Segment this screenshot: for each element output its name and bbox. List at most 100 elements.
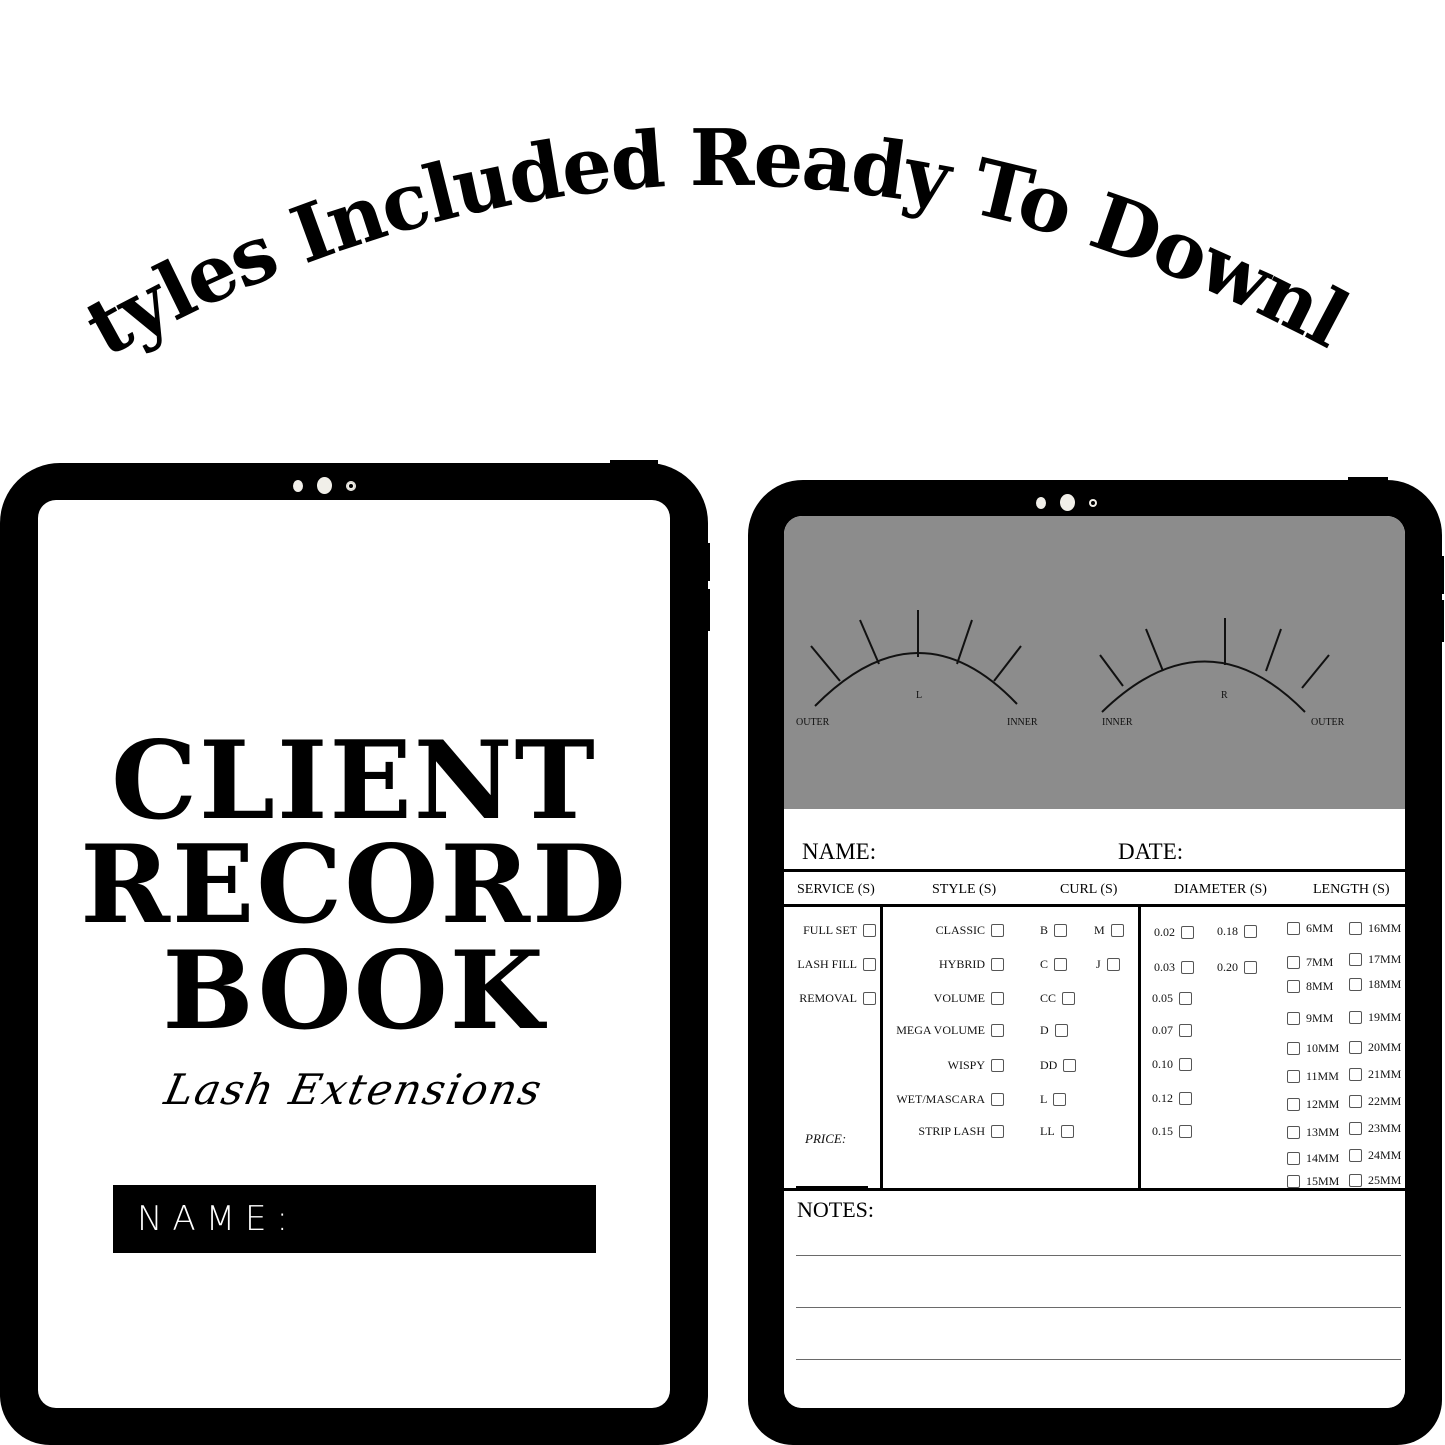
length-option[interactable]: 15MM (1287, 1174, 1339, 1189)
notes-line[interactable] (796, 1255, 1401, 1256)
checkbox[interactable] (863, 924, 876, 937)
diameter-option[interactable]: 0.05 (1152, 991, 1192, 1006)
checkbox[interactable] (1349, 1095, 1362, 1108)
length-option[interactable]: 10MM (1287, 1041, 1339, 1056)
checkbox[interactable] (1179, 992, 1192, 1005)
checkbox[interactable] (1181, 926, 1194, 939)
checkbox[interactable] (1106, 958, 1120, 971)
length-option[interactable]: 21MM (1349, 1067, 1401, 1082)
style-option[interactable]: WISPY (884, 1058, 1004, 1073)
notes-line[interactable] (796, 1307, 1401, 1308)
checkbox[interactable] (863, 958, 876, 971)
service-option[interactable]: FULL SET (784, 923, 876, 938)
checkbox[interactable] (1287, 1152, 1300, 1165)
checkbox[interactable] (1287, 1042, 1300, 1055)
length-option[interactable]: 19MM (1349, 1010, 1401, 1025)
diameter-option[interactable]: 0.20 (1217, 960, 1257, 975)
checkbox[interactable] (1287, 1126, 1300, 1139)
curl-option[interactable]: C (1040, 957, 1068, 972)
checkbox[interactable] (1054, 1024, 1068, 1037)
length-option[interactable]: 7MM (1287, 955, 1333, 970)
length-option[interactable]: 9MM (1287, 1011, 1333, 1026)
checkbox[interactable] (1179, 1058, 1192, 1071)
checkbox[interactable] (863, 992, 876, 1005)
checkbox[interactable] (1181, 961, 1194, 974)
curl-option[interactable]: J (1096, 957, 1120, 972)
style-option[interactable]: WET/MASCARA (884, 1092, 1004, 1107)
checkbox[interactable] (991, 1125, 1004, 1138)
diameter-option[interactable]: 0.15 (1152, 1124, 1192, 1139)
diameter-option[interactable]: 0.03 (1154, 960, 1194, 975)
checkbox[interactable] (1053, 1093, 1067, 1106)
curl-option[interactable]: CC (1040, 991, 1076, 1006)
checkbox[interactable] (1179, 1125, 1192, 1138)
checkbox[interactable] (991, 924, 1004, 937)
checkbox[interactable] (1349, 1011, 1362, 1024)
cover-name-field[interactable]: NAME: (113, 1185, 596, 1253)
checkbox[interactable] (1349, 1174, 1362, 1187)
checkbox[interactable] (1287, 980, 1300, 993)
date-field-label[interactable]: DATE: (1118, 839, 1183, 865)
checkbox[interactable] (991, 958, 1004, 971)
curl-option[interactable]: M (1094, 923, 1124, 938)
checkbox[interactable] (1179, 1024, 1192, 1037)
diameter-option[interactable]: 0.07 (1152, 1023, 1192, 1038)
curl-option[interactable]: B (1040, 923, 1068, 938)
checkbox[interactable] (1179, 1092, 1192, 1105)
length-option[interactable]: 17MM (1349, 952, 1401, 967)
length-option[interactable]: 18MM (1349, 977, 1401, 992)
length-option[interactable]: 25MM (1349, 1173, 1401, 1188)
checkbox[interactable] (1287, 1098, 1300, 1111)
checkbox[interactable] (1287, 1012, 1300, 1025)
length-option[interactable]: 22MM (1349, 1094, 1401, 1109)
length-option[interactable]: 8MM (1287, 979, 1333, 994)
length-option[interactable]: 16MM (1349, 921, 1401, 936)
checkbox[interactable] (991, 1093, 1004, 1106)
checkbox[interactable] (1287, 1070, 1300, 1083)
checkbox[interactable] (1110, 924, 1124, 937)
checkbox[interactable] (1287, 1175, 1300, 1188)
checkbox[interactable] (1244, 925, 1257, 938)
checkbox[interactable] (1054, 924, 1068, 937)
service-option[interactable]: LASH FILL (784, 957, 876, 972)
checkbox[interactable] (1287, 922, 1300, 935)
checkbox[interactable] (1349, 1149, 1362, 1162)
style-option[interactable]: VOLUME (884, 991, 1004, 1006)
checkbox[interactable] (991, 1059, 1004, 1072)
curl-option[interactable]: D (1040, 1023, 1068, 1038)
notes-line[interactable] (796, 1359, 1401, 1360)
length-option[interactable]: 20MM (1349, 1040, 1401, 1055)
length-option[interactable]: 14MM (1287, 1151, 1339, 1166)
length-option[interactable]: 11MM (1287, 1069, 1339, 1084)
checkbox[interactable] (1287, 956, 1300, 969)
checkbox[interactable] (1054, 958, 1068, 971)
diameter-option[interactable]: 0.10 (1152, 1057, 1192, 1072)
checkbox[interactable] (1062, 992, 1076, 1005)
length-option[interactable]: 23MM (1349, 1121, 1401, 1136)
style-option[interactable]: HYBRID (884, 957, 1004, 972)
style-option[interactable]: CLASSIC (884, 923, 1004, 938)
checkbox[interactable] (1349, 1068, 1362, 1081)
checkbox[interactable] (1060, 1125, 1074, 1138)
checkbox[interactable] (1063, 1059, 1077, 1072)
service-option[interactable]: REMOVAL (784, 991, 876, 1006)
length-option[interactable]: 24MM (1349, 1148, 1401, 1163)
checkbox[interactable] (1349, 922, 1362, 935)
diameter-option[interactable]: 0.12 (1152, 1091, 1192, 1106)
name-field-label[interactable]: NAME: (802, 839, 876, 865)
curl-option[interactable]: DD (1040, 1058, 1077, 1073)
length-option[interactable]: 13MM (1287, 1125, 1339, 1140)
style-option[interactable]: STRIP LASH (884, 1124, 1004, 1139)
checkbox[interactable] (1349, 1041, 1362, 1054)
checkbox[interactable] (1349, 953, 1362, 966)
diameter-option[interactable]: 0.02 (1154, 925, 1194, 940)
style-option[interactable]: MEGA VOLUME (884, 1023, 1004, 1038)
diameter-option[interactable]: 0.18 (1217, 924, 1257, 939)
checkbox[interactable] (1244, 961, 1257, 974)
checkbox[interactable] (991, 992, 1004, 1005)
length-option[interactable]: 12MM (1287, 1097, 1339, 1112)
curl-option[interactable]: LL (1040, 1124, 1074, 1139)
length-option[interactable]: 6MM (1287, 921, 1333, 936)
checkbox[interactable] (1349, 1122, 1362, 1135)
curl-option[interactable]: L (1040, 1092, 1067, 1107)
